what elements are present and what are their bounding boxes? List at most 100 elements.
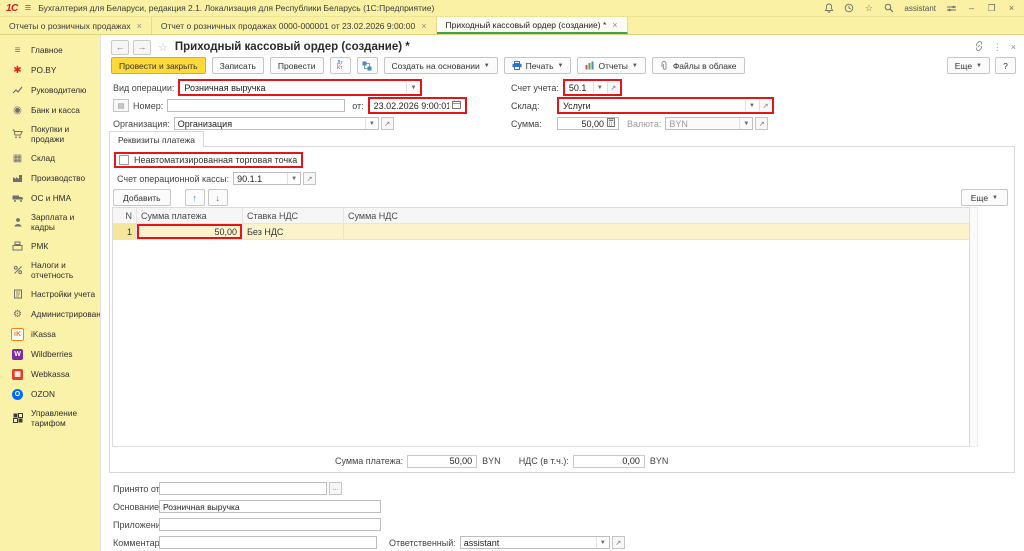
add-row-button[interactable]: Добавить (113, 189, 171, 206)
sidebar-item-taxes[interactable]: Налоги и отчетность (0, 256, 100, 284)
table-more-button[interactable]: Еще▼ (961, 189, 1008, 206)
calculator-icon[interactable] (607, 118, 615, 129)
col-amount[interactable]: Сумма платежа (137, 208, 243, 223)
service-settings-icon[interactable] (945, 2, 958, 14)
amount-cell[interactable]: 50,00 (137, 224, 243, 239)
window-title: Бухгалтерия для Беларуси, редакция 2.1. … (38, 3, 434, 13)
close-tab-icon[interactable]: × (137, 21, 142, 31)
close-tab-icon[interactable]: × (421, 21, 426, 31)
table-row[interactable]: 1 50,00 Без НДС (113, 224, 969, 240)
dropdown-icon[interactable]: ▼ (406, 82, 416, 93)
minimize-button[interactable]: – (965, 3, 978, 13)
sidebar-item-purchases-sales[interactable]: Покупки и продажи (0, 120, 100, 148)
cloud-files-button[interactable]: Файлы в облаке (652, 57, 745, 74)
open-account-icon[interactable]: ↗ (607, 81, 620, 94)
back-button[interactable]: ← (111, 40, 129, 55)
save-button[interactable]: Записать (212, 57, 264, 74)
sidebar-item-salary-hr[interactable]: Зарплата и кадры (0, 208, 100, 236)
sidebar-item-bank-cash[interactable]: ◉Банк и касса (0, 100, 100, 120)
sidebar-item-tariff[interactable]: Управление тарифом (0, 404, 100, 432)
sidebar-item-fixed-assets[interactable]: ОС и НМА (0, 188, 100, 208)
help-button[interactable]: ? (995, 57, 1016, 74)
move-row-up-icon[interactable]: ↑ (185, 189, 205, 206)
row-number-cell[interactable]: 1 (113, 224, 137, 239)
maximize-button[interactable]: ❐ (985, 3, 998, 14)
post-button[interactable]: Провести (270, 57, 324, 74)
edit-number-icon[interactable]: ▤ (113, 99, 129, 112)
col-vat-amount[interactable]: Сумма НДС (344, 208, 969, 223)
dropdown-icon[interactable]: ▼ (365, 118, 375, 129)
sidebar-item-wildberries[interactable]: WWildberries (0, 344, 100, 364)
sidebar-item-ikassa[interactable]: iKiKassa (0, 324, 100, 344)
document-structure-icon[interactable] (357, 57, 378, 74)
history-icon[interactable] (842, 2, 855, 14)
copy-link-icon[interactable] (974, 41, 984, 53)
date-input[interactable]: 23.02.2026 9:00:01 (370, 99, 465, 112)
account-field[interactable]: 50.1 ▼ (565, 81, 607, 94)
cash-account-select[interactable]: 90.1.1 ▼ (233, 172, 301, 185)
sum-input[interactable]: 50,00 (557, 117, 619, 130)
sidebar-item-production[interactable]: Производство (0, 168, 100, 188)
sidebar-item-manager[interactable]: Руководителю (0, 80, 100, 100)
organization-select[interactable]: Организация ▼ (174, 117, 379, 130)
vat-amount-cell[interactable] (344, 224, 969, 239)
basis-input[interactable] (159, 500, 381, 513)
sidebar-item-poby[interactable]: ✱PO.BY (0, 60, 100, 80)
close-window-button[interactable]: × (1005, 3, 1018, 13)
sidebar-item-rmk[interactable]: РМК (0, 236, 100, 256)
close-form-icon[interactable]: × (1011, 42, 1016, 52)
current-user[interactable]: assistant (904, 4, 936, 13)
reports-button[interactable]: Отчеты▼ (577, 57, 645, 74)
calendar-icon[interactable] (452, 100, 461, 111)
table-scrollbar[interactable] (970, 207, 978, 447)
date-annotation: 23.02.2026 9:00:01 (368, 97, 467, 114)
operation-type-select[interactable]: Розничная выручка ▼ (180, 81, 420, 94)
received-from-input[interactable] (159, 482, 327, 495)
sidebar-item-accounting-settings[interactable]: Настройки учета (0, 284, 100, 304)
dropdown-icon[interactable]: ▼ (593, 82, 603, 93)
tab-retail-sales-report-doc[interactable]: Отчет о розничных продажах 0000-000001 о… (152, 17, 437, 34)
show-postings-dtkt-icon[interactable]: ДтКт (330, 57, 351, 74)
sidebar-item-warehouse[interactable]: ▦Склад (0, 148, 100, 168)
warehouse-select[interactable]: Услуги ▼ (559, 99, 759, 112)
post-and-close-button[interactable]: Провести и закрыть (111, 57, 206, 74)
col-vat-rate[interactable]: Ставка НДС (243, 208, 344, 223)
dropdown-icon[interactable]: ▼ (287, 173, 297, 184)
sidebar-item-administration[interactable]: ⚙Администрирование (0, 304, 100, 324)
sidebar-item-webkassa[interactable]: ▦Webkassa (0, 364, 100, 384)
total-payment-label: Сумма платежа: (335, 456, 403, 466)
forward-button[interactable]: → (133, 40, 151, 55)
responsible-select[interactable]: assistant ▼ (460, 536, 610, 549)
favorites-star-icon[interactable]: ☆ (862, 2, 875, 14)
close-tab-icon[interactable]: × (612, 20, 617, 30)
sidebar-item-ozon[interactable]: OOZON (0, 384, 100, 404)
open-warehouse-icon[interactable]: ↗ (759, 99, 772, 112)
create-based-on-button[interactable]: Создать на основании▼ (384, 57, 498, 74)
kebab-menu-icon[interactable]: ⋮ (993, 42, 1002, 53)
manual-point-checkbox[interactable] (119, 155, 129, 165)
sidebar-item-main[interactable]: ≡Главное (0, 40, 100, 60)
comment-input[interactable] (159, 536, 377, 549)
dropdown-icon[interactable]: ▼ (745, 100, 755, 111)
open-cash-account-icon[interactable]: ↗ (303, 172, 316, 185)
favorite-star-icon[interactable]: ☆ (158, 41, 168, 54)
choose-received-from-button[interactable]: … (329, 482, 342, 495)
dropdown-icon[interactable]: ▼ (596, 537, 606, 548)
open-responsible-icon[interactable]: ↗ (612, 536, 625, 549)
organization-label: Организация: (113, 119, 170, 129)
vat-rate-cell[interactable]: Без НДС (243, 224, 344, 239)
number-input[interactable] (167, 99, 345, 112)
search-icon[interactable] (882, 2, 895, 14)
section-sidebar: ≡Главное ✱PO.BY Руководителю ◉Банк и кас… (0, 35, 100, 551)
col-n[interactable]: N (113, 208, 137, 223)
main-menu-icon[interactable]: ≡ (25, 3, 31, 13)
notifications-bell-icon[interactable] (822, 2, 835, 14)
tab-retail-sales-reports[interactable]: Отчеты о розничных продажах × (0, 17, 152, 34)
tab-cash-receipt-order[interactable]: Приходный кассовый ордер (создание) * × (437, 17, 628, 34)
tab-payment-details[interactable]: Реквизиты платежа (109, 131, 204, 147)
appendix-input[interactable] (159, 518, 381, 531)
open-organization-icon[interactable]: ↗ (381, 117, 394, 130)
more-button[interactable]: Еще▼ (947, 57, 990, 74)
move-row-down-icon[interactable]: ↓ (208, 189, 228, 206)
print-button[interactable]: Печать▼ (504, 57, 572, 74)
